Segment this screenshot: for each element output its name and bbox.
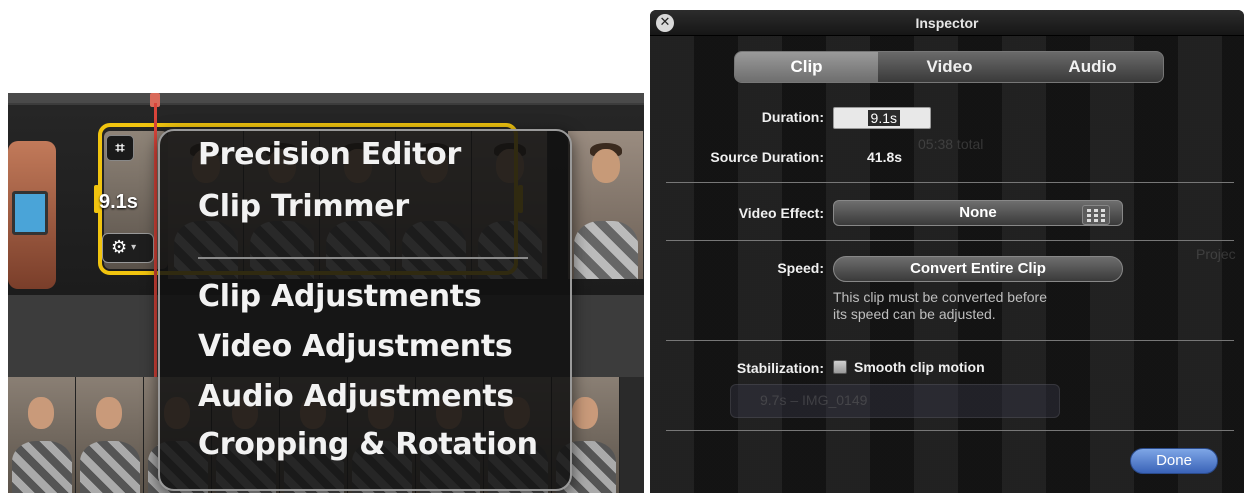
clip-frame — [76, 377, 144, 493]
grid-icon[interactable] — [1082, 205, 1110, 225]
ghost-projects-label: Projec — [1196, 246, 1236, 262]
speed-note-line-2: its speed can be adjusted. — [833, 306, 996, 322]
chevron-down-icon: ▾ — [131, 242, 137, 253]
menu-item-cropping-rotation[interactable]: Cropping & Rotation — [198, 427, 538, 462]
video-effect-value: None — [959, 204, 997, 221]
menu-item-video-adjustments[interactable]: Video Adjustments — [198, 329, 513, 364]
menu-item-clip-trimmer[interactable]: Clip Trimmer — [198, 189, 409, 224]
duration-value: 9.1s — [867, 110, 900, 126]
stabilization-label: Stabilization: — [736, 360, 824, 376]
speed-note: This clip must be converted before its s… — [833, 289, 1153, 323]
previous-clip-thumbnail[interactable] — [8, 141, 56, 289]
duration-label: Duration: — [761, 109, 824, 125]
clip-duration-label: 9.1s — [99, 191, 138, 213]
title-bar[interactable]: ✕ Inspector — [650, 10, 1244, 36]
ghost-clip-title: 9.7s – IMG_0149 — [760, 392, 868, 408]
tab-audio[interactable]: Audio — [1021, 52, 1163, 82]
gear-icon[interactable]: ⚙ ▾ — [102, 233, 154, 263]
convert-entire-clip-button[interactable]: Convert Entire Clip — [833, 256, 1123, 282]
menu-separator — [198, 257, 528, 259]
timeline-panel: ⌗ 9.1s ⚙ ▾ Precision Editor Clip Trimmer … — [8, 93, 644, 493]
menu-item-audio-adjustments[interactable]: Audio Adjustments — [198, 379, 514, 414]
done-button[interactable]: Done — [1130, 448, 1218, 474]
menu-item-clip-adjustments[interactable]: Clip Adjustments — [198, 279, 482, 314]
source-duration-label: Source Duration: — [710, 149, 824, 165]
smooth-clip-motion-label[interactable]: Smooth clip motion — [854, 359, 985, 375]
divider — [666, 240, 1234, 241]
divider — [666, 340, 1234, 341]
window-title: Inspector — [915, 15, 979, 31]
next-clip-thumbnail[interactable] — [568, 131, 644, 279]
video-effect-label: Video Effect: — [738, 205, 824, 221]
video-effect-button[interactable]: None — [833, 200, 1123, 226]
smooth-clip-motion-checkbox[interactable] — [833, 360, 847, 374]
tab-video[interactable]: Video — [878, 52, 1021, 82]
menu-item-precision-editor[interactable]: Precision Editor — [198, 137, 461, 172]
speed-label: Speed: — [777, 260, 824, 276]
inspector-window: 05:38 total Projec 9.7s – IMG_0149 ✕ Ins… — [650, 10, 1244, 493]
ghost-project-length: 05:38 total — [918, 136, 984, 152]
inspector-tabs: Clip Video Audio — [734, 51, 1164, 83]
clip-frame — [8, 377, 76, 493]
source-duration-value: 41.8s — [867, 149, 903, 165]
divider — [666, 430, 1234, 431]
crop-icon[interactable]: ⌗ — [106, 135, 134, 161]
tab-clip[interactable]: Clip — [735, 52, 878, 82]
speed-note-line-1: This clip must be converted before — [833, 289, 1047, 305]
divider — [666, 182, 1234, 183]
duration-field[interactable]: 9.1s — [833, 107, 931, 129]
timeline-ruler — [8, 93, 644, 103]
clip-action-menu: Precision Editor Clip Trimmer Clip Adjus… — [158, 129, 572, 491]
